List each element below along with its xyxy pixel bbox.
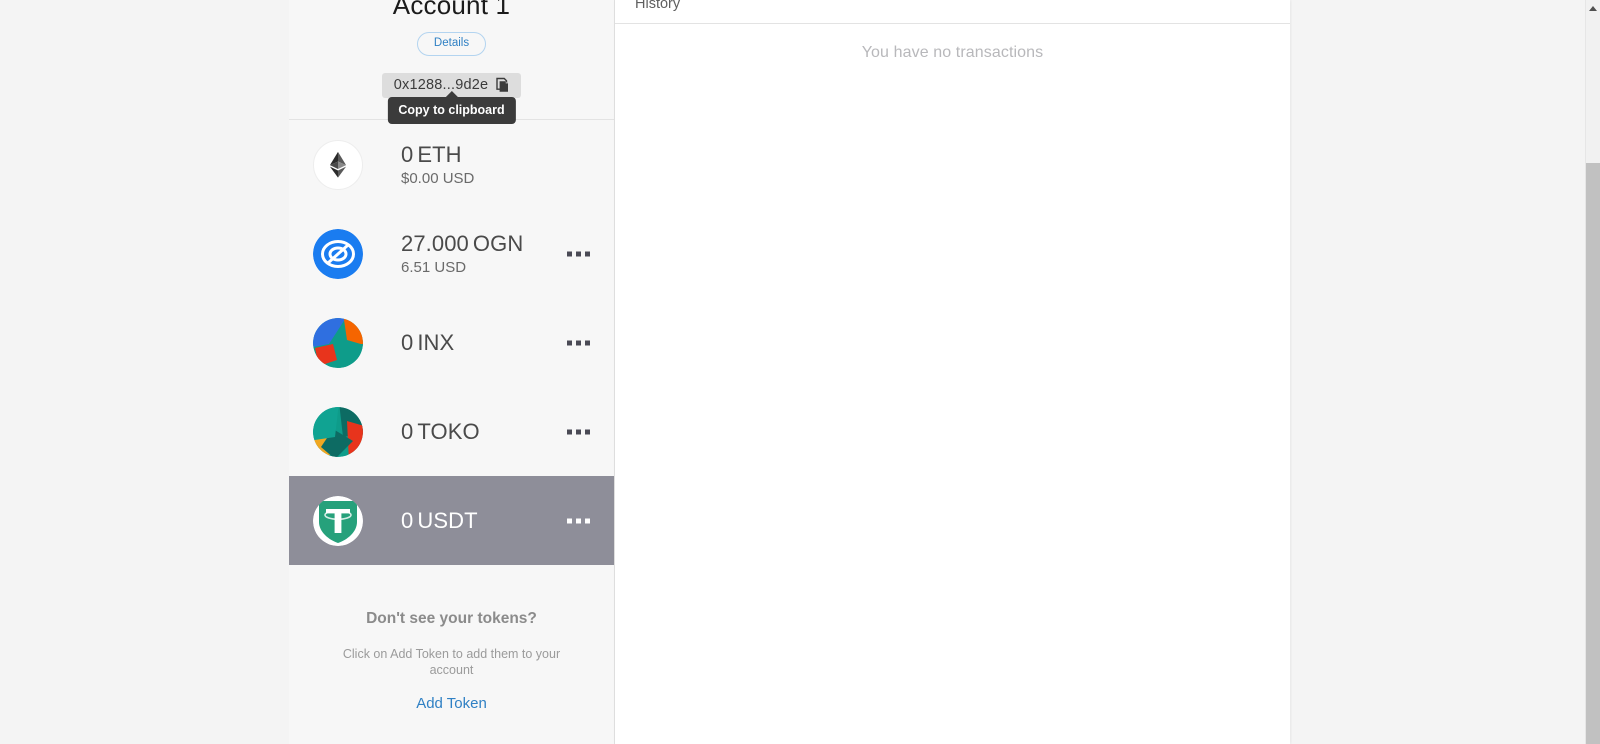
more-options-icon-ogn[interactable]: [565, 245, 592, 262]
add-token-link[interactable]: Add Token: [416, 695, 487, 712]
token-list: 0 ETH $0.00 USD 27.000 OGN 6.51 USD 0 IN…: [289, 120, 614, 565]
account-address: 0x1288...9d2e: [393, 77, 489, 93]
vertical-scrollbar-thumb[interactable]: [1586, 163, 1600, 744]
page-background-right: [1292, 0, 1585, 744]
vertical-scrollbar[interactable]: [1585, 0, 1600, 744]
token-amount-inx: 0 INX: [401, 330, 454, 355]
token-symbol: USDT: [417, 508, 478, 533]
token-balance-value: 0: [401, 419, 414, 444]
more-options-icon-usdt[interactable]: [565, 512, 592, 529]
token-info-eth: 0 ETH $0.00 USD: [401, 142, 474, 188]
no-transactions-message: You have no transactions: [861, 44, 1044, 61]
token-symbol: ETH: [417, 141, 462, 167]
token-symbol: TOKO: [417, 419, 480, 444]
account-header: Account 1 Details 0x1288...9d2e Copy to …: [289, 0, 614, 124]
token-amount-ogn: 27.000 OGN: [401, 231, 523, 256]
add-token-description: Click on Add Token to add them to your a…: [342, 647, 561, 677]
token-balance-value: 0: [401, 330, 414, 355]
token-amount-toko: 0 TOKO: [401, 419, 480, 444]
token-balance-value: 0: [401, 508, 414, 533]
details-button[interactable]: Details: [416, 32, 487, 56]
account-sidebar: Account 1 Details 0x1288...9d2e Copy to …: [289, 0, 615, 744]
token-row-eth[interactable]: 0 ETH $0.00 USD: [289, 120, 614, 209]
add-token-title: Don't see your tokens?: [366, 610, 537, 627]
app-root: Account 1 Details 0x1288...9d2e Copy to …: [0, 0, 1600, 744]
token-row-toko[interactable]: 0 TOKO: [289, 387, 614, 476]
token-amount-usdt: 0 USDT: [401, 508, 478, 533]
token-symbol: OGN: [472, 230, 524, 256]
page-background-left: [0, 0, 289, 744]
toko-token-identicon: [313, 406, 363, 457]
account-name: Account 1: [392, 0, 511, 20]
scroll-up-arrow-icon[interactable]: [1586, 0, 1600, 17]
token-row-ogn[interactable]: 27.000 OGN 6.51 USD: [289, 209, 614, 298]
token-balance-value: 0: [401, 141, 414, 167]
history-panel: History You have no transactions: [615, 0, 1290, 744]
tether-usdt-logo-icon: [313, 495, 363, 546]
tab-history[interactable]: History: [635, 0, 680, 12]
more-options-icon-toko[interactable]: [565, 423, 592, 440]
token-fiat-eth: $0.00 USD: [401, 169, 475, 187]
account-address-area: 0x1288...9d2e Copy to clipboard: [289, 73, 614, 124]
inx-token-identicon: [313, 317, 363, 368]
token-info-inx: 0 INX: [401, 330, 454, 355]
token-info-usdt: 0 USDT: [401, 508, 478, 533]
origin-protocol-logo-icon: [313, 228, 363, 279]
token-info-toko: 0 TOKO: [401, 419, 480, 444]
add-token-section: Don't see your tokens? Click on Add Toke…: [289, 565, 614, 713]
token-row-usdt[interactable]: 0 USDT: [289, 476, 614, 565]
history-tab-bar: History: [615, 0, 1290, 24]
more-options-icon-inx[interactable]: [565, 334, 592, 351]
token-balance-value: 27.000: [401, 230, 469, 256]
token-amount-eth: 0 ETH: [401, 142, 474, 167]
copy-tooltip: Copy to clipboard: [387, 97, 516, 124]
token-symbol: INX: [417, 330, 455, 355]
token-info-ogn: 27.000 OGN 6.51 USD: [401, 231, 523, 277]
token-row-inx[interactable]: 0 INX: [289, 298, 614, 387]
token-fiat-ogn: 6.51 USD: [401, 258, 467, 276]
ethereum-logo-icon: [313, 139, 363, 190]
copy-to-clipboard-icon[interactable]: [496, 77, 511, 93]
